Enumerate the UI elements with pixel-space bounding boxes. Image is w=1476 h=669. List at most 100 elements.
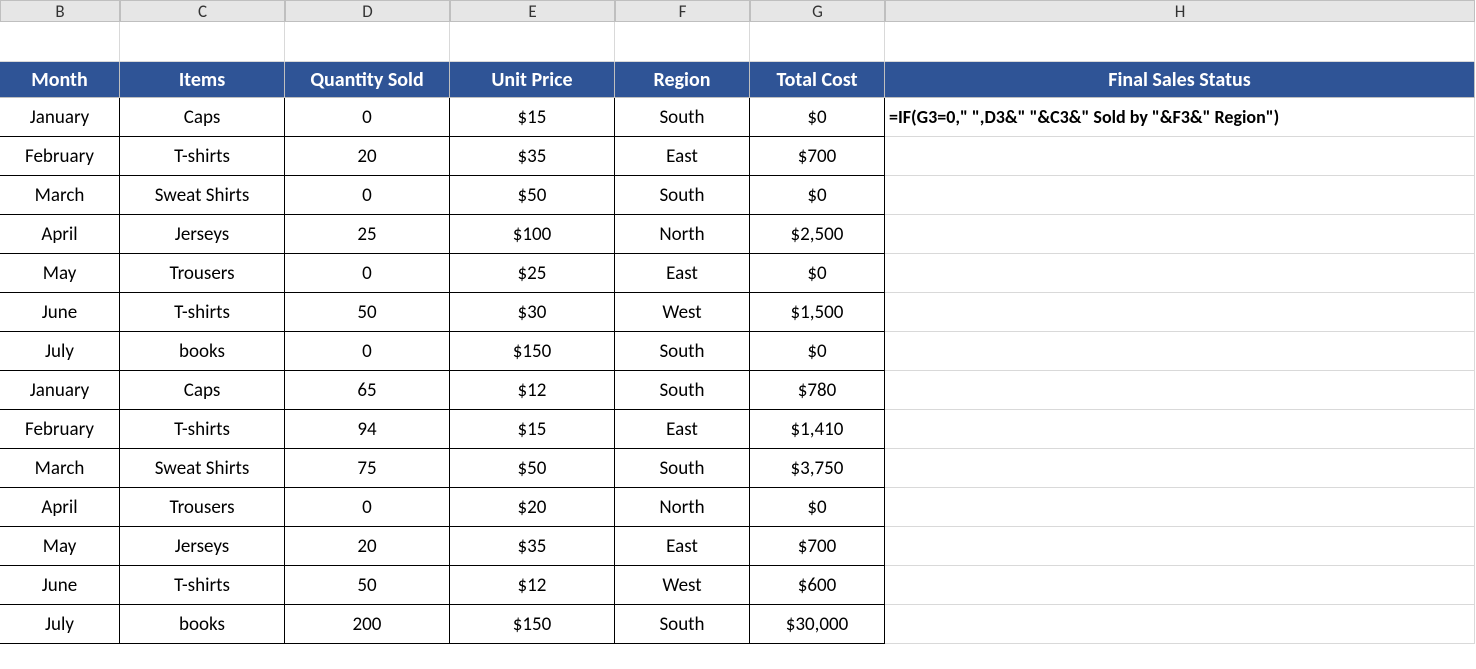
items-cell[interactable]: Sweat Shirts xyxy=(120,176,285,215)
items-cell[interactable]: Caps xyxy=(120,371,285,410)
status-cell[interactable] xyxy=(885,449,1475,488)
region-cell[interactable]: South xyxy=(615,371,750,410)
quantity-cell[interactable]: 0 xyxy=(285,332,450,371)
total-cost-cell[interactable]: $0 xyxy=(750,98,885,137)
month-cell[interactable]: July xyxy=(0,605,120,644)
items-cell[interactable]: books xyxy=(120,332,285,371)
quantity-cell[interactable]: 50 xyxy=(285,293,450,332)
month-cell[interactable]: January xyxy=(0,371,120,410)
items-cell[interactable]: Caps xyxy=(120,98,285,137)
items-cell[interactable]: Trousers xyxy=(120,254,285,293)
unit-price-cell[interactable]: $25 xyxy=(450,254,615,293)
region-cell[interactable]: South xyxy=(615,332,750,371)
items-cell[interactable]: Jerseys xyxy=(120,215,285,254)
total-cost-cell[interactable]: $3,750 xyxy=(750,449,885,488)
quantity-cell[interactable]: 20 xyxy=(285,527,450,566)
unit-price-cell[interactable]: $150 xyxy=(450,332,615,371)
unit-price-cell[interactable]: $15 xyxy=(450,98,615,137)
quantity-cell[interactable]: 0 xyxy=(285,176,450,215)
total-cost-cell[interactable]: $0 xyxy=(750,332,885,371)
unit-price-cell[interactable]: $50 xyxy=(450,176,615,215)
total-cost-cell[interactable]: $1,410 xyxy=(750,410,885,449)
month-cell[interactable]: April xyxy=(0,488,120,527)
status-cell[interactable] xyxy=(885,332,1475,371)
region-cell[interactable]: West xyxy=(615,293,750,332)
region-cell[interactable]: North xyxy=(615,488,750,527)
region-cell[interactable]: East xyxy=(615,410,750,449)
header-quantity[interactable]: Quantity Sold xyxy=(285,62,450,98)
unit-price-cell[interactable]: $100 xyxy=(450,215,615,254)
total-cost-cell[interactable]: $0 xyxy=(750,176,885,215)
items-cell[interactable]: Trousers xyxy=(120,488,285,527)
unit-price-cell[interactable]: $15 xyxy=(450,410,615,449)
col-header-d[interactable]: D xyxy=(285,0,450,22)
col-header-b[interactable]: B xyxy=(0,0,120,22)
status-cell[interactable]: =IF(G3=0," ",D3&" "&C3&" Sold by "&F3&" … xyxy=(885,98,1475,137)
month-cell[interactable]: June xyxy=(0,293,120,332)
header-month[interactable]: Month xyxy=(0,62,120,98)
unit-price-cell[interactable]: $20 xyxy=(450,488,615,527)
total-cost-cell[interactable]: $30,000 xyxy=(750,605,885,644)
status-cell[interactable] xyxy=(885,410,1475,449)
items-cell[interactable]: T-shirts xyxy=(120,137,285,176)
region-cell[interactable]: East xyxy=(615,137,750,176)
status-cell[interactable] xyxy=(885,254,1475,293)
quantity-cell[interactable]: 75 xyxy=(285,449,450,488)
status-cell[interactable] xyxy=(885,215,1475,254)
empty-cell[interactable] xyxy=(120,22,285,62)
month-cell[interactable]: January xyxy=(0,98,120,137)
total-cost-cell[interactable]: $700 xyxy=(750,137,885,176)
status-cell[interactable] xyxy=(885,176,1475,215)
unit-price-cell[interactable]: $35 xyxy=(450,527,615,566)
total-cost-cell[interactable]: $780 xyxy=(750,371,885,410)
empty-cell[interactable] xyxy=(885,22,1475,62)
quantity-cell[interactable]: 50 xyxy=(285,566,450,605)
status-cell[interactable] xyxy=(885,488,1475,527)
items-cell[interactable]: Sweat Shirts xyxy=(120,449,285,488)
items-cell[interactable]: T-shirts xyxy=(120,410,285,449)
unit-price-cell[interactable]: $12 xyxy=(450,566,615,605)
unit-price-cell[interactable]: $50 xyxy=(450,449,615,488)
region-cell[interactable]: North xyxy=(615,215,750,254)
header-status[interactable]: Final Sales Status xyxy=(885,62,1475,98)
col-header-f[interactable]: F xyxy=(615,0,750,22)
unit-price-cell[interactable]: $12 xyxy=(450,371,615,410)
total-cost-cell[interactable]: $1,500 xyxy=(750,293,885,332)
header-items[interactable]: Items xyxy=(120,62,285,98)
total-cost-cell[interactable]: $600 xyxy=(750,566,885,605)
unit-price-cell[interactable]: $30 xyxy=(450,293,615,332)
quantity-cell[interactable]: 0 xyxy=(285,488,450,527)
region-cell[interactable]: South xyxy=(615,176,750,215)
status-cell[interactable] xyxy=(885,371,1475,410)
region-cell[interactable]: South xyxy=(615,449,750,488)
empty-cell[interactable] xyxy=(285,22,450,62)
quantity-cell[interactable]: 94 xyxy=(285,410,450,449)
month-cell[interactable]: April xyxy=(0,215,120,254)
region-cell[interactable]: East xyxy=(615,254,750,293)
total-cost-cell[interactable]: $2,500 xyxy=(750,215,885,254)
quantity-cell[interactable]: 0 xyxy=(285,254,450,293)
items-cell[interactable]: T-shirts xyxy=(120,293,285,332)
unit-price-cell[interactable]: $35 xyxy=(450,137,615,176)
empty-cell[interactable] xyxy=(0,22,120,62)
total-cost-cell[interactable]: $700 xyxy=(750,527,885,566)
month-cell[interactable]: February xyxy=(0,137,120,176)
empty-cell[interactable] xyxy=(615,22,750,62)
quantity-cell[interactable]: 200 xyxy=(285,605,450,644)
region-cell[interactable]: East xyxy=(615,527,750,566)
total-cost-cell[interactable]: $0 xyxy=(750,488,885,527)
unit-price-cell[interactable]: $150 xyxy=(450,605,615,644)
month-cell[interactable]: March xyxy=(0,449,120,488)
col-header-h[interactable]: H xyxy=(885,0,1475,22)
status-cell[interactable] xyxy=(885,527,1475,566)
col-header-c[interactable]: C xyxy=(120,0,285,22)
empty-cell[interactable] xyxy=(450,22,615,62)
month-cell[interactable]: May xyxy=(0,527,120,566)
quantity-cell[interactable]: 0 xyxy=(285,98,450,137)
region-cell[interactable]: South xyxy=(615,98,750,137)
header-unit-price[interactable]: Unit Price xyxy=(450,62,615,98)
status-cell[interactable] xyxy=(885,137,1475,176)
status-cell[interactable] xyxy=(885,566,1475,605)
empty-cell[interactable] xyxy=(750,22,885,62)
quantity-cell[interactable]: 25 xyxy=(285,215,450,254)
